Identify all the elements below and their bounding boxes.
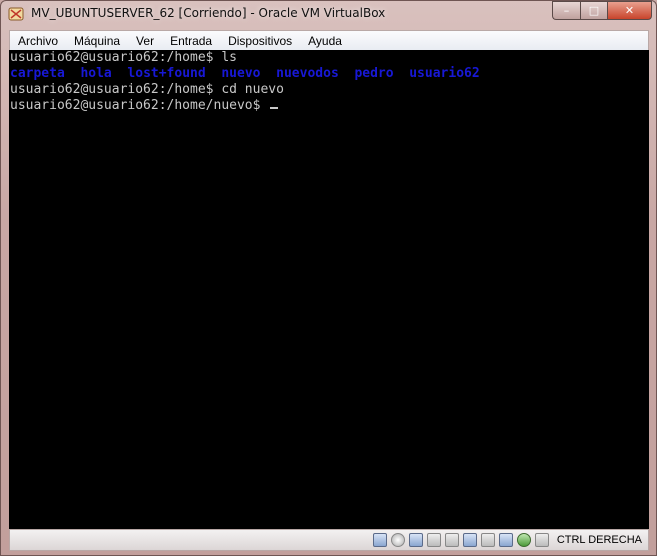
mouse-integration-icon[interactable] [516, 533, 531, 547]
menu-archivo[interactable]: Archivo [10, 32, 66, 50]
hard-disk-icon[interactable] [372, 533, 387, 547]
status-bar: CTRL DERECHA [9, 529, 649, 551]
dir-entry: pedro [354, 66, 394, 81]
shell-command: ls [221, 50, 237, 65]
minimize-icon: – [563, 4, 570, 17]
text-cursor [270, 107, 279, 109]
host-key-arrow-icon[interactable] [534, 533, 549, 547]
virtualbox-window: MV_UBUNTUSERVER_62 [Corriendo] - Oracle … [0, 0, 657, 556]
close-button[interactable]: ✕ [607, 1, 652, 20]
terminal-line: usuario62@usuario62:/home$ cd nuevo [10, 82, 284, 98]
shared-folders-icon[interactable] [426, 533, 441, 547]
window-title: MV_UBUNTUSERVER_62 [Corriendo] - Oracle … [31, 6, 386, 20]
host-key-label: CTRL DERECHA [556, 534, 642, 546]
window-controls: – □ ✕ [552, 1, 652, 21]
shell-prompt: usuario62@usuario62:/home$ [10, 82, 222, 97]
menu-entrada[interactable]: Entrada [162, 32, 220, 50]
dir-entry: nuevodos [276, 66, 339, 81]
close-icon: ✕ [624, 4, 635, 17]
menu-ayuda[interactable]: Ayuda [300, 32, 350, 50]
shell-command: cd nuevo [221, 82, 284, 97]
dir-entry: carpeta [10, 66, 65, 81]
shell-prompt: usuario62@usuario62:/home$ [10, 50, 222, 65]
shell-prompt: usuario62@usuario62:/home/nuevo$ [10, 98, 269, 113]
dir-entry: lost+found [127, 66, 206, 81]
dir-entry: nuevo [221, 66, 261, 81]
virtualbox-app-icon[interactable] [8, 6, 24, 22]
optical-drive-icon[interactable] [390, 533, 405, 547]
usb-icon[interactable] [408, 533, 423, 547]
minimize-button[interactable]: – [552, 1, 580, 20]
terminal-line-listing: carpeta hola lost+found nuevo nuevodos p… [10, 66, 480, 82]
terminal-line: usuario62@usuario62:/home/nuevo$ [10, 98, 279, 114]
terminal-line: usuario62@usuario62:/home$ ls [10, 50, 237, 66]
keyboard-capture-icon[interactable] [498, 533, 513, 547]
video-capture-icon[interactable] [480, 533, 495, 547]
dir-entry: usuario62 [409, 66, 480, 81]
menu-ver[interactable]: Ver [128, 32, 162, 50]
vm-console[interactable]: usuario62@usuario62:/home$ ls carpeta ho… [9, 50, 649, 529]
network-icon[interactable] [462, 533, 477, 547]
display-icon[interactable] [444, 533, 459, 547]
title-bar[interactable]: MV_UBUNTUSERVER_62 [Corriendo] - Oracle … [1, 1, 656, 29]
menu-bar: Archivo Máquina Ver Entrada Dispositivos… [9, 30, 649, 50]
menu-dispositivos[interactable]: Dispositivos [220, 32, 300, 50]
menu-maquina[interactable]: Máquina [66, 32, 128, 50]
maximize-icon: □ [588, 4, 600, 17]
dir-entry: hola [80, 66, 112, 81]
maximize-button[interactable]: □ [580, 1, 607, 20]
